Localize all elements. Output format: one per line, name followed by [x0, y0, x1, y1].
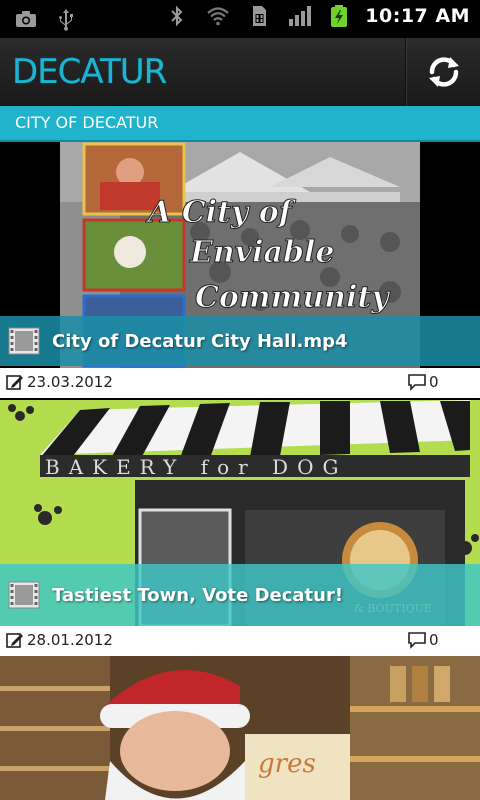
- comment-count: 0: [429, 631, 439, 649]
- thumbnail-caption-line-1: A City of: [145, 195, 297, 230]
- clock: 10:17 AM: [365, 5, 470, 27]
- camera-icon: [16, 11, 36, 27]
- edit-date-icon: [6, 375, 23, 390]
- video-thumbnail: gres: [0, 656, 480, 800]
- app-header: DECATUR: [0, 38, 480, 106]
- video-title: City of Decatur City Hall.mp4: [52, 330, 348, 352]
- refresh-button[interactable]: [408, 38, 480, 106]
- video-item[interactable]: gres: [0, 656, 480, 800]
- comment-count: 0: [429, 373, 439, 391]
- video-date: 28.01.2012: [27, 631, 113, 649]
- comment-icon: [408, 632, 426, 649]
- svg-text:gres: gres: [258, 749, 316, 779]
- thumbnail-caption-line-2: Enviable: [189, 235, 334, 270]
- section-header: CITY OF DECATUR: [0, 106, 480, 142]
- thumbnail-caption-line-3: Community: [195, 280, 391, 315]
- refresh-icon: [429, 57, 459, 87]
- video-caption: Tastiest Town, Vote Decatur!: [0, 564, 480, 626]
- sim-icon: [253, 6, 267, 26]
- comments-count[interactable]: 0: [407, 631, 439, 649]
- video-item[interactable]: A City of Enviable Community City of Dec…: [0, 142, 480, 400]
- video-meta: 28.01.2012 0: [0, 626, 480, 656]
- edit-date-icon: [6, 633, 23, 648]
- video-title: Tastiest Town, Vote Decatur!: [52, 584, 344, 606]
- video-file-icon: [8, 327, 40, 355]
- bluetooth-icon: [171, 5, 183, 27]
- status-bar: 10:17 AM: [0, 0, 480, 38]
- battery-charging-icon: [331, 5, 348, 27]
- comments-count[interactable]: 0: [407, 373, 439, 391]
- video-item[interactable]: BAKERY for DOG & BOUTIQUE Tastiest Town,…: [0, 400, 480, 656]
- wifi-icon: [207, 7, 230, 26]
- awning-text: BAKERY for DOG: [45, 455, 347, 479]
- usb-icon: [59, 9, 73, 31]
- video-caption: City of Decatur City Hall.mp4: [0, 316, 480, 366]
- comment-icon: [408, 374, 426, 391]
- signal-icon: [289, 6, 312, 26]
- video-meta: 23.03.2012 0: [0, 368, 480, 398]
- header-divider: [405, 38, 407, 106]
- app-logo: DECATUR: [12, 52, 167, 92]
- video-date: 23.03.2012: [27, 373, 113, 391]
- video-file-icon: [8, 581, 40, 609]
